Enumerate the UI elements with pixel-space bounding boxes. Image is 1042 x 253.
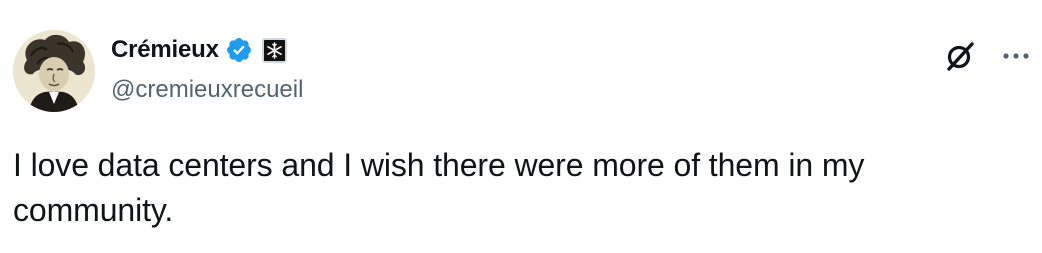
verified-badge-icon[interactable] [225,36,253,64]
author-handle[interactable]: @cremieuxrecueil [111,76,303,104]
tweet-text: I love data centers and I wish there wer… [13,147,865,228]
grok-button[interactable] [940,36,980,76]
portrait-avatar-icon [13,30,95,112]
snowflake-badge-icon[interactable] [261,37,287,63]
author-display-name[interactable]: Crémieux [111,36,219,64]
grok-icon [947,42,974,71]
author-name-row: Crémieux [111,33,287,67]
more-button[interactable] [996,36,1036,76]
author-avatar[interactable] [13,30,95,112]
more-horizontal-icon [1003,53,1029,59]
tweet-card: Crémieux @cremieuxrecueil I love data ce… [0,0,1042,253]
